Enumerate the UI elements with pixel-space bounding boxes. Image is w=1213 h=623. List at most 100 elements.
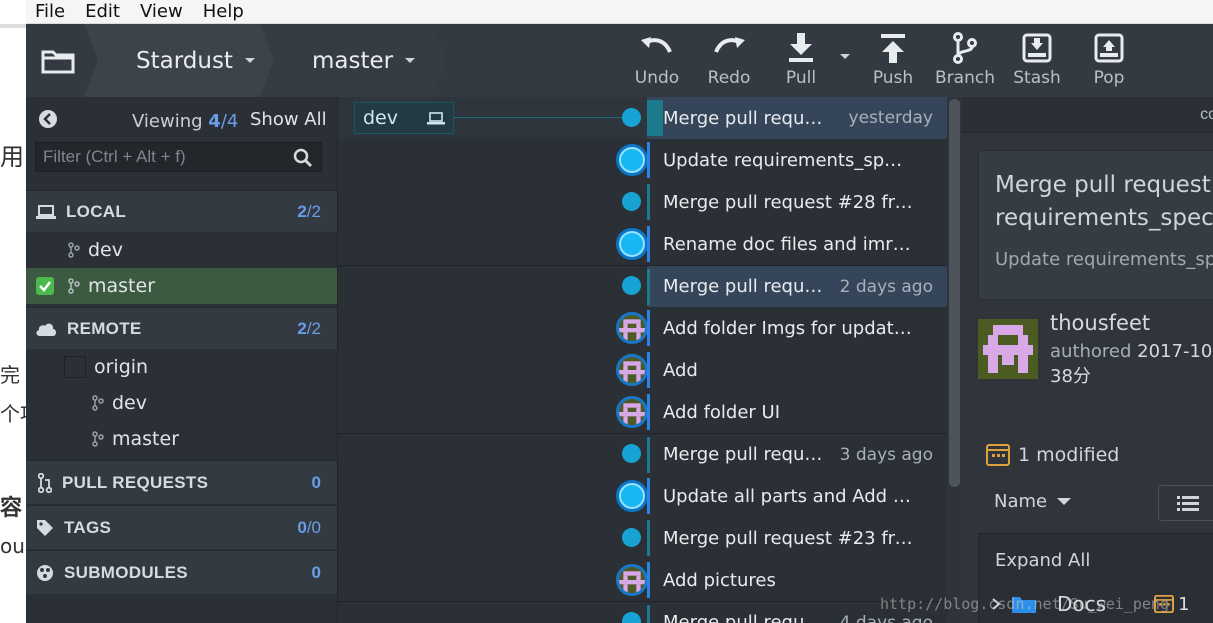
list-view-toggle[interactable]: [1158, 485, 1213, 521]
commit-message: Update all parts and Add Pictures: [663, 485, 913, 507]
toolbar: Stardust master Undo Redo Pull Push Bran…: [26, 24, 1213, 97]
submodule-icon: [37, 564, 53, 581]
sort-by-name-dropdown[interactable]: Name: [994, 491, 1072, 512]
background-text: ou: [0, 534, 25, 558]
filter-input[interactable]: [43, 147, 283, 167]
branch-name: master: [312, 47, 394, 74]
commit-node[interactable]: [622, 108, 641, 127]
open-repo-button[interactable]: [26, 24, 90, 97]
pull-icon: [789, 33, 813, 62]
push-button[interactable]: Push: [859, 30, 927, 92]
commit-time: 3 days ago: [839, 444, 933, 465]
undo-label: Undo: [634, 68, 680, 88]
commit-node[interactable]: [622, 612, 641, 623]
remote-branch-master[interactable]: master: [26, 421, 337, 457]
chevron-down-icon: [1057, 498, 1072, 505]
authored-info: authored 2017-10-238分: [1050, 341, 1213, 387]
detail-header-label: co: [1200, 106, 1213, 123]
show-all-link[interactable]: Show All: [250, 109, 327, 130]
commit-row[interactable]: Merge pull request #27 from 2 days ago: [647, 265, 947, 307]
commit-row[interactable]: Merge pull request #24 from 3 days ago: [647, 433, 947, 475]
modified-summary: 1 modified: [986, 444, 1119, 466]
commit-node[interactable]: [622, 192, 641, 211]
chevron-down-icon: [244, 58, 255, 63]
commit-row[interactable]: Update all parts and Add Pictures: [647, 475, 947, 517]
redo-icon: [714, 37, 745, 53]
commit-row[interactable]: Merge pull request #28 from thousfeet: [647, 181, 947, 223]
commit-avatar[interactable]: [616, 312, 647, 344]
remote-section-header[interactable]: REMOTE 2/2: [26, 307, 337, 349]
submodules-count: 0: [311, 562, 321, 582]
sidebar: Viewing 4/4 Show All LOCAL 2/2 dev maste…: [26, 97, 337, 623]
commit-avatar[interactable]: [616, 354, 647, 386]
branch-icon: [68, 242, 80, 258]
branch-tag-dev[interactable]: dev: [354, 102, 454, 134]
menu-bar: File Edit View Help: [26, 0, 1213, 24]
stash-button[interactable]: Stash: [1003, 30, 1071, 92]
chevron-down-icon: [405, 58, 416, 63]
undo-button[interactable]: Undo: [623, 30, 691, 92]
menu-view[interactable]: View: [140, 1, 183, 22]
commit-avatar[interactable]: [616, 564, 647, 596]
local-branch-dev[interactable]: dev: [26, 232, 337, 268]
avatar-icon: [619, 403, 645, 425]
local-section-header[interactable]: LOCAL 2/2: [26, 190, 337, 232]
commit-node[interactable]: [616, 480, 647, 512]
commit-node[interactable]: [622, 444, 641, 463]
remote-origin[interactable]: origin: [26, 349, 337, 385]
local-branch-master[interactable]: master: [26, 268, 337, 304]
commit-node[interactable]: [622, 276, 641, 295]
expand-all-button[interactable]: Expand All: [995, 550, 1090, 571]
commit-message: Merge pull request #22 from: [663, 612, 825, 623]
branch-icon: [68, 278, 80, 294]
push-label: Push: [872, 68, 914, 88]
branch-label: master: [112, 428, 180, 450]
commit-message: Merge pull request #27 from: [663, 276, 825, 297]
remote-title: REMOTE: [67, 318, 142, 338]
commit-row[interactable]: Add folder Imgs for update documents: [647, 307, 947, 349]
submodules-section-header[interactable]: SUBMODULES 0: [26, 550, 337, 594]
remote-avatar: [64, 356, 86, 378]
scrollbar-thumb[interactable]: [949, 99, 960, 487]
background-window-edge: [0, 0, 26, 24]
commit-row[interactable]: Merge pull request #23 from thousfeet: [647, 517, 947, 559]
branch-label: Branch: [935, 68, 995, 88]
menu-edit[interactable]: Edit: [85, 1, 120, 22]
search-icon[interactable]: [293, 148, 313, 168]
menu-file[interactable]: File: [35, 1, 65, 22]
commit-row[interactable]: Update requirements_specification: [647, 139, 947, 181]
pull-requests-section-header[interactable]: PULL REQUESTS 0: [26, 460, 337, 504]
list-icon: [1177, 496, 1199, 511]
commit-message: Merge pull request #23 from thousfeet: [663, 527, 913, 549]
repo-breadcrumb[interactable]: Stardust: [84, 24, 274, 97]
background-text: 用: [0, 143, 24, 171]
graph-scrollbar[interactable]: [947, 97, 962, 623]
tags-count: 0/0: [297, 517, 321, 537]
commit-row[interactable]: Add: [647, 349, 947, 391]
collapse-sidebar-icon[interactable]: [38, 109, 58, 129]
viewing-count: Viewing 4/4: [132, 111, 238, 132]
commit-row[interactable]: Merge pull request #29 from yesterday: [647, 97, 947, 139]
commit-graph[interactable]: dev: [337, 97, 647, 623]
tags-section-header[interactable]: TAGS 0/0: [26, 505, 337, 549]
remote-branch-dev[interactable]: dev: [26, 385, 337, 421]
author-name[interactable]: thousfeet: [1050, 311, 1150, 335]
branch-button[interactable]: Branch: [931, 30, 999, 92]
commit-message: Add folder Imgs for update documents: [663, 317, 913, 339]
commit-node[interactable]: [616, 144, 647, 176]
cloud-icon: [36, 323, 56, 336]
pull-options-chevron-icon[interactable]: [840, 54, 850, 59]
pop-button[interactable]: Pop: [1075, 30, 1143, 92]
commit-row[interactable]: Add folder UI: [647, 391, 947, 433]
branch-breadcrumb[interactable]: master: [260, 24, 446, 97]
commit-avatar[interactable]: [616, 396, 647, 428]
pull-button[interactable]: Pull: [767, 30, 835, 92]
redo-button[interactable]: Redo: [695, 30, 763, 92]
branch-icon: [92, 431, 104, 447]
commit-row[interactable]: Rename doc files and imrpove: [647, 223, 947, 265]
menu-help[interactable]: Help: [203, 1, 244, 22]
commit-node[interactable]: [622, 528, 641, 547]
commit-time: 4 days ago: [839, 612, 933, 623]
commit-node[interactable]: [616, 228, 647, 260]
day-divider: [338, 265, 647, 266]
